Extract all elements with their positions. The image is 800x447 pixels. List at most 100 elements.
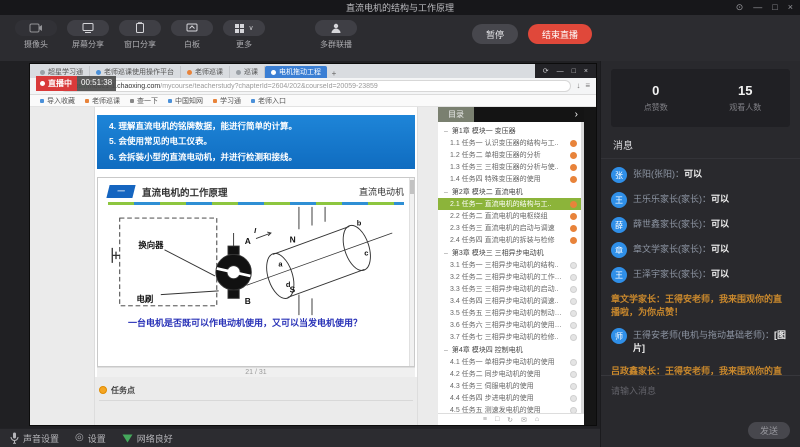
toc-item-title: 4.2 任务二 同步电动机的使用 (450, 369, 567, 379)
toc-item-title: 1.3 任务三 三相变压器的分析与使.. (450, 162, 567, 172)
download-icon[interactable]: ↓ (576, 82, 580, 90)
bookmark-item[interactable]: 中国知网 (168, 96, 203, 106)
task-point-badge (570, 286, 577, 293)
toc-item[interactable]: 2.3 任务三 直流电机的启动与调速 (438, 222, 581, 234)
toc-footer-icon[interactable]: ✉ (521, 416, 527, 424)
toc-chapter[interactable]: – 第1章 模块一 变压器 (438, 124, 581, 137)
browser-maximize-icon[interactable]: □ (572, 68, 576, 75)
menu-icon[interactable]: ≡ (585, 82, 590, 90)
toc-item[interactable]: 4.4 任务四 步进电机的使用 (438, 392, 581, 404)
chevron-down-icon: ∨ (248, 25, 253, 32)
live-timer: 00:51:38 (77, 76, 116, 91)
toc-item[interactable]: 4.2 任务二 同步电动机的使用 (438, 368, 581, 380)
bookmark-label: 中国知网 (175, 96, 203, 106)
toc-footer-icon[interactable]: ⌂ (535, 416, 539, 423)
toc-footer-icon[interactable]: ≡ (483, 416, 487, 423)
toc-collapse-arrow-icon[interactable]: › (575, 110, 584, 120)
toc-item-title: 4.5 任务五 测速发电机的使用 (450, 405, 567, 413)
collapse-icon: – (444, 128, 448, 135)
toc-item[interactable]: 1.3 任务三 三相变压器的分析与使.. (438, 161, 581, 173)
toc-item[interactable]: 3.3 任务三 三相异步电动机的启动.. (438, 283, 581, 295)
message-sender: 薛世鑫家长(家长)： (633, 219, 711, 229)
viewers-label: 观看人数 (729, 102, 761, 113)
browser-tab[interactable]: 老师巡课 (181, 66, 230, 78)
toc-item[interactable]: 1.1 任务一 认识变压器的结构与工.. (438, 137, 581, 149)
browser-minimize-icon[interactable]: — (557, 68, 564, 75)
toc-item[interactable]: 3.2 任务二 三相异步电动机的工作原理 (438, 271, 581, 283)
toc-item[interactable]: 1.4 任务四 特殊变压器的使用 (438, 173, 581, 185)
toc-footer-icon[interactable]: □ (495, 416, 499, 423)
toc-item[interactable]: 4.1 任务一 单相异步电动机的使用 (438, 356, 581, 368)
bookmark-item[interactable]: 查一下 (130, 96, 158, 106)
close-icon[interactable]: × (788, 3, 793, 12)
toc-item[interactable]: 3.6 任务六 三相异步电动机的使用维护 (438, 319, 581, 331)
toc-item[interactable]: 1.2 任务二 单相变压器的分析 (438, 149, 581, 161)
message-sender: 王得安老师(电机与拖动基础老师)： (633, 330, 774, 340)
multi-group-broadcast-button[interactable]: 多群联播 (310, 20, 362, 50)
message-text: 可以 (711, 219, 729, 229)
toc-item[interactable]: 2.4 任务四 直流电机的拆装与检修 (438, 234, 581, 246)
bookmark-label: 老师入口 (258, 96, 286, 106)
end-live-button[interactable]: 结束直播 (528, 24, 592, 44)
browser-tab[interactable]: 巡课 (230, 66, 265, 78)
more-grid-icon (234, 23, 245, 34)
toc-item[interactable]: 3.7 任务七 三相异步电动机的检修.. (438, 331, 581, 343)
window-controls: ⊙ — □ × (736, 0, 793, 15)
toc-chapter[interactable]: – 第2章 模块二 直流电机 (438, 185, 581, 198)
shared-browser-window: 超星学习通老师巡课使用操作平台老师巡课巡课电机拖动工程 + ⟳ — □ × ⟳ … (30, 64, 596, 425)
info-icon[interactable]: ⊙ (736, 3, 744, 12)
screen-share-button[interactable]: 屏幕分享 (62, 20, 114, 50)
window-share-button[interactable]: 窗口分享 (114, 20, 166, 50)
toc-item-title: 1.2 任务二 单相变压器的分析 (450, 150, 567, 160)
whiteboard-icon (171, 20, 213, 36)
toc-item[interactable]: 4.5 任务五 测速发电机的使用 (438, 404, 581, 413)
toc-item-title: 1.4 任务四 特殊变压器的使用 (450, 174, 567, 184)
page-middle-gap (418, 107, 438, 425)
window-title: 直流电机的结构与工作原理 (346, 1, 454, 14)
toc-footer-icon[interactable]: ↻ (507, 416, 513, 424)
toc-item[interactable]: 4.3 任务三 伺服电机的使用 (438, 380, 581, 392)
new-tab-button[interactable]: + (327, 69, 341, 78)
address-bar[interactable]: https://mooc1-1.chaoxing.com/mycourse/te… (60, 80, 571, 92)
bookmark-item[interactable]: 导入收藏 (40, 96, 75, 106)
toc-chapter[interactable]: – 第3章 模块三 三相异步电动机 (438, 246, 581, 259)
browser-tab[interactable]: 电机拖动工程 (265, 66, 327, 78)
bookmark-item[interactable]: 老师巡课 (85, 96, 120, 106)
toc-item[interactable]: 3.1 任务一 三相异步电动机的结构.. (438, 259, 581, 271)
task-point-badge (570, 322, 577, 329)
toc-item-title: 3.7 任务七 三相异步电动机的检修.. (450, 332, 567, 342)
slide-scrollbar[interactable] (409, 178, 414, 366)
messages-header: 消息 (601, 127, 800, 159)
pause-button[interactable]: 暂停 (472, 24, 518, 44)
tab-favicon-icon (236, 70, 241, 75)
toc-item[interactable]: 3.4 任务四 三相异步电动机的调速.. (438, 295, 581, 307)
toc-item[interactable]: 2.2 任务二 直流电机的电枢绕组 (438, 210, 581, 222)
more-button[interactable]: ∨ 更多 (218, 20, 270, 50)
bookmark-item[interactable]: 老师入口 (251, 96, 286, 106)
message-sender: 王乐乐家长(家长)： (633, 194, 711, 204)
toc-item-title: 4.3 任务三 伺服电机的使用 (450, 381, 567, 391)
toc-item[interactable]: 3.5 任务五 三相异步电动机的制动方式 (438, 307, 581, 319)
toc-item[interactable]: 2.1 任务一 直流电机的结构与工.. (438, 198, 581, 210)
toc-tab[interactable]: 目录 (438, 107, 474, 122)
live-badge: 直播中 00:51:38 (36, 76, 116, 91)
task-point-label: 任务点 (111, 385, 135, 396)
whiteboard-button[interactable]: 白板 (166, 20, 218, 50)
chat-message: 师王得安老师(电机与拖动基础老师)：[图片] (611, 328, 790, 355)
settings-button[interactable]: ◎ 设置 (75, 432, 106, 445)
browser-close-icon[interactable]: × (584, 68, 588, 75)
sound-settings-button[interactable]: 声音设置 (10, 432, 59, 445)
dc-motor-diagram: 换向器 电刷 A B N S a b c (106, 205, 406, 317)
camera-button[interactable]: 摄像头 (10, 20, 62, 50)
svg-text:b: b (357, 218, 362, 227)
toc-chapter[interactable]: – 第4章 模块四 控制电机 (438, 343, 581, 356)
maximize-icon[interactable]: □ (772, 3, 777, 12)
viewers-stat: 15 观看人数 (701, 69, 791, 127)
browser-reload-icon[interactable]: ⟳ (543, 67, 549, 75)
minimize-icon[interactable]: — (753, 3, 762, 12)
screen-share-stage: 直播中 00:51:38 超星学习通老师巡课使用操作平台老师巡课巡课电机拖动工程… (0, 61, 600, 428)
message-text: 可以 (711, 244, 729, 254)
bookmark-item[interactable]: 学习通 (213, 96, 241, 106)
send-button[interactable]: 发送 (748, 422, 790, 439)
bookmarks-bar: 导入收藏老师巡课查一下 中国知网学习通 老师入口 (30, 95, 596, 107)
